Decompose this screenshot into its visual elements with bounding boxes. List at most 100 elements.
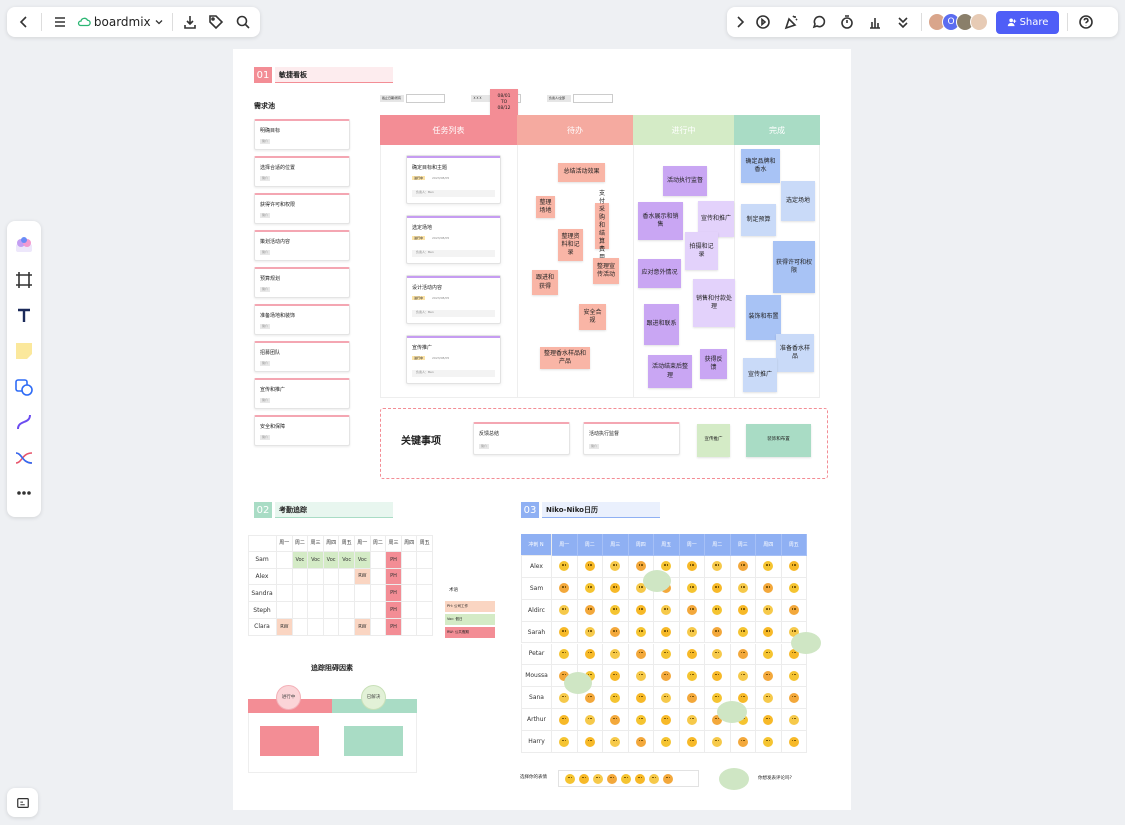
comment-bubble[interactable] (643, 570, 671, 592)
attendance-cell[interactable]: RW (355, 568, 371, 586)
attendance-cell[interactable] (417, 602, 433, 619)
niko-cell[interactable] (679, 577, 705, 600)
attendance-cell[interactable] (417, 619, 433, 636)
search-icon[interactable] (230, 8, 256, 36)
doing-sticky[interactable]: 跟进和联系 (644, 304, 679, 345)
emoji-option-icon[interactable] (621, 773, 631, 784)
niko-cell[interactable] (552, 731, 578, 753)
niko-cell[interactable] (679, 709, 705, 732)
obstacle-note[interactable] (344, 726, 403, 756)
present-icon[interactable] (749, 8, 777, 36)
niko-cell[interactable] (628, 643, 654, 666)
attendance-cell[interactable]: Voc (292, 551, 309, 569)
attendance-cell[interactable] (323, 602, 340, 619)
attendance-cell[interactable] (292, 619, 309, 636)
minimap-button[interactable] (7, 788, 38, 817)
attendance-cell[interactable] (370, 619, 387, 636)
niko-cell[interactable] (781, 555, 807, 578)
timer-icon[interactable] (833, 8, 861, 36)
tag-icon[interactable] (203, 8, 229, 36)
obstacle-note[interactable] (260, 726, 319, 756)
niko-cell[interactable] (756, 709, 782, 732)
attendance-cell[interactable] (417, 551, 433, 569)
attendance-cell[interactable] (277, 551, 293, 569)
niko-cell[interactable] (654, 643, 680, 666)
niko-cell[interactable] (781, 731, 807, 753)
attendance-cell[interactable] (277, 585, 293, 603)
attendance-cell[interactable]: Voc (339, 551, 355, 569)
attendance-cell[interactable] (370, 602, 387, 619)
doing-sticky[interactable]: 香水展示和销售 (638, 202, 683, 240)
comment-bubble[interactable] (791, 632, 821, 654)
attendance-cell[interactable] (292, 602, 309, 619)
niko-cell[interactable] (577, 555, 603, 578)
attendance-cell[interactable] (370, 568, 387, 586)
niko-cell[interactable] (654, 599, 680, 622)
done-sticky[interactable]: 制定预算 (741, 204, 776, 236)
doing-sticky[interactable]: 拍摄和记录 (685, 232, 718, 270)
niko-cell[interactable] (628, 687, 654, 710)
niko-cell[interactable] (705, 555, 731, 578)
help-icon[interactable] (1072, 8, 1100, 36)
attendance-cell[interactable] (308, 619, 324, 636)
niko-cell[interactable] (603, 665, 629, 688)
back-icon[interactable] (11, 8, 37, 36)
task-card[interactable]: 选定场地 进行中 2023/08/05 负责人：Ben (406, 215, 501, 264)
niko-cell[interactable] (756, 665, 782, 688)
todo-sticky[interactable]: 整理资料和记录 (558, 229, 583, 261)
done-sticky[interactable]: 准备香水样品 (776, 334, 814, 372)
attendance-cell[interactable] (401, 551, 418, 569)
attendance-cell[interactable] (401, 568, 418, 586)
connector-icon[interactable] (10, 408, 38, 436)
niko-cell[interactable] (654, 621, 680, 644)
pool-card[interactable]: 准备场地和装饰 简介 (254, 304, 350, 335)
done-sticky[interactable]: 确定品牌和香水 (741, 149, 780, 183)
attendance-cell[interactable] (370, 585, 387, 603)
attendance-cell[interactable]: PH (386, 568, 402, 586)
doing-sticky[interactable]: 活动结束后整理 (648, 355, 692, 388)
attendance-cell[interactable]: PH (386, 602, 402, 619)
niko-cell[interactable] (730, 643, 756, 666)
niko-cell[interactable] (628, 599, 654, 622)
pool-card[interactable]: 宣传和推广 简介 (254, 378, 350, 409)
pool-card[interactable]: 招募团队 简介 (254, 341, 350, 372)
attendance-cell[interactable] (417, 585, 433, 603)
niko-cell[interactable] (679, 643, 705, 666)
niko-cell[interactable] (552, 621, 578, 644)
celebrate-icon[interactable] (777, 8, 805, 36)
key-sticky[interactable]: 装饰和布置 (746, 424, 811, 457)
done-sticky[interactable]: 获得许可和权限 (773, 241, 815, 293)
niko-cell[interactable] (603, 599, 629, 622)
emoji-option-icon[interactable] (607, 773, 617, 784)
doing-sticky[interactable]: 活动执行监督 (663, 166, 707, 196)
niko-cell[interactable] (705, 665, 731, 688)
niko-cell[interactable] (705, 731, 731, 753)
niko-cell[interactable] (628, 665, 654, 688)
niko-cell[interactable] (577, 599, 603, 622)
pool-card[interactable]: 获得许可和权限 简介 (254, 193, 350, 224)
niko-cell[interactable] (730, 599, 756, 622)
emoji-option-icon[interactable] (635, 773, 645, 784)
niko-cell[interactable] (679, 599, 705, 622)
attendance-cell[interactable] (355, 602, 371, 619)
attendance-cell[interactable] (308, 568, 324, 586)
pool-card[interactable]: 选择合适的位置 简介 (254, 156, 350, 187)
emoji-option-icon[interactable] (593, 773, 603, 784)
mindmap-icon[interactable] (10, 444, 38, 472)
niko-cell[interactable] (781, 709, 807, 732)
comment-icon[interactable] (805, 8, 833, 36)
niko-cell[interactable] (552, 555, 578, 578)
todo-sticky[interactable]: 整理宣传活动 (593, 258, 619, 284)
niko-cell[interactable] (756, 731, 782, 753)
key-card[interactable]: 反馈总结 简介 (473, 422, 570, 455)
pool-card[interactable]: 明确目标 简介 (254, 119, 350, 150)
attendance-cell[interactable] (323, 619, 340, 636)
comment-bubble[interactable] (717, 701, 747, 723)
attendance-cell[interactable]: RW (277, 619, 293, 636)
niko-cell[interactable] (603, 577, 629, 600)
filter-input[interactable] (406, 94, 445, 103)
attendance-cell[interactable]: PH (386, 551, 402, 569)
sticky-note-icon[interactable] (10, 337, 38, 365)
attendance-cell[interactable] (339, 602, 355, 619)
chevron-right-icon[interactable] (731, 8, 749, 36)
